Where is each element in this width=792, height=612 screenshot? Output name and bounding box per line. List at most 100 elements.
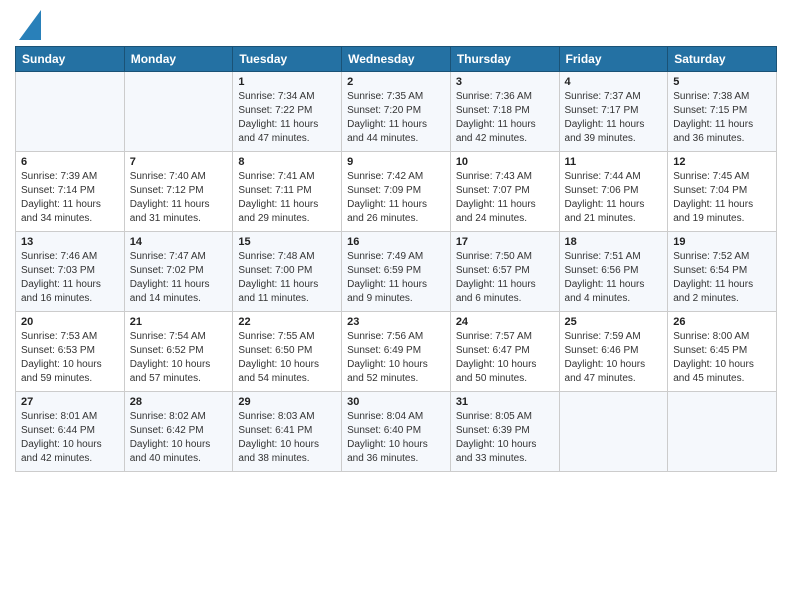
calendar-cell: 30Sunrise: 8:04 AM Sunset: 6:40 PM Dayli… bbox=[342, 392, 451, 472]
calendar-cell: 20Sunrise: 7:53 AM Sunset: 6:53 PM Dayli… bbox=[16, 312, 125, 392]
calendar-cell: 13 Sunrise: 7:46 AM Sunset: 7:03 PM Dayli… bbox=[16, 232, 125, 312]
day-number: 28 bbox=[130, 396, 228, 408]
day-number: 12 bbox=[673, 156, 771, 168]
day-number: 6 bbox=[21, 156, 119, 168]
cell-content: Sunrise: 7:36 AM Sunset: 7:18 PM Dayligh… bbox=[456, 90, 554, 146]
calendar-cell: 6Sunrise: 7:39 AM Sunset: 7:14 PM Daylig… bbox=[16, 152, 125, 232]
cell-content: Sunrise: 7:48 AM Sunset: 7:00 PM Dayligh… bbox=[238, 250, 336, 306]
day-number: 23 bbox=[347, 316, 445, 328]
header bbox=[15, 10, 777, 40]
col-header-thursday: Thursday bbox=[450, 47, 559, 72]
calendar-cell: 17Sunrise: 7:50 AM Sunset: 6:57 PM Dayli… bbox=[450, 232, 559, 312]
day-number: 15 bbox=[238, 236, 336, 248]
calendar-cell bbox=[16, 72, 125, 152]
calendar-week-1: 1Sunrise: 7:34 AM Sunset: 7:22 PM Daylig… bbox=[16, 72, 777, 152]
day-number: 11 bbox=[565, 156, 663, 168]
day-number: 21 bbox=[130, 316, 228, 328]
calendar-cell: 3 Sunrise: 7:36 AM Sunset: 7:18 PM Daylig… bbox=[450, 72, 559, 152]
cell-content: Sunrise: 7:55 AM Sunset: 6:50 PM Dayligh… bbox=[238, 330, 336, 386]
cell-content: Sunrise: 8:00 AM Sunset: 6:45 PM Dayligh… bbox=[673, 330, 771, 386]
calendar-cell: 25 Sunrise: 7:59 AM Sunset: 6:46 PM Dayli… bbox=[559, 312, 668, 392]
day-number: 5 bbox=[673, 76, 771, 88]
cell-content: Sunrise: 7:56 AM Sunset: 6:49 PM Dayligh… bbox=[347, 330, 445, 386]
calendar-cell: 4 Sunrise: 7:37 AM Sunset: 7:17 PM Daylig… bbox=[559, 72, 668, 152]
col-header-sunday: Sunday bbox=[16, 47, 125, 72]
day-number: 13 bbox=[21, 236, 119, 248]
day-number: 29 bbox=[238, 396, 336, 408]
cell-content: Sunrise: 7:51 AM Sunset: 6:56 PM Dayligh… bbox=[565, 250, 663, 306]
calendar-cell: 27Sunrise: 8:01 AM Sunset: 6:44 PM Dayli… bbox=[16, 392, 125, 472]
col-header-saturday: Saturday bbox=[668, 47, 777, 72]
cell-content: Sunrise: 7:54 AM Sunset: 6:52 PM Dayligh… bbox=[130, 330, 228, 386]
cell-content: Sunrise: 7:42 AM Sunset: 7:09 PM Dayligh… bbox=[347, 170, 445, 226]
cell-content: Sunrise: 8:02 AM Sunset: 6:42 PM Dayligh… bbox=[130, 410, 228, 466]
calendar-cell: 15 Sunrise: 7:48 AM Sunset: 7:00 PM Dayli… bbox=[233, 232, 342, 312]
day-number: 24 bbox=[456, 316, 554, 328]
calendar-cell bbox=[124, 72, 233, 152]
calendar-cell: 23 Sunrise: 7:56 AM Sunset: 6:49 PM Dayli… bbox=[342, 312, 451, 392]
cell-content: Sunrise: 7:50 AM Sunset: 6:57 PM Dayligh… bbox=[456, 250, 554, 306]
cell-content: Sunrise: 8:05 AM Sunset: 6:39 PM Dayligh… bbox=[456, 410, 554, 466]
day-number: 25 bbox=[565, 316, 663, 328]
day-number: 4 bbox=[565, 76, 663, 88]
calendar-cell: 16 Sunrise: 7:49 AM Sunset: 6:59 PM Dayli… bbox=[342, 232, 451, 312]
day-number: 2 bbox=[347, 76, 445, 88]
calendar-cell: 1Sunrise: 7:34 AM Sunset: 7:22 PM Daylig… bbox=[233, 72, 342, 152]
day-number: 18 bbox=[565, 236, 663, 248]
day-number: 26 bbox=[673, 316, 771, 328]
calendar-cell: 24 Sunrise: 7:57 AM Sunset: 6:47 PM Dayli… bbox=[450, 312, 559, 392]
calendar-cell bbox=[559, 392, 668, 472]
cell-content: Sunrise: 7:45 AM Sunset: 7:04 PM Dayligh… bbox=[673, 170, 771, 226]
cell-content: Sunrise: 7:41 AM Sunset: 7:11 PM Dayligh… bbox=[238, 170, 336, 226]
cell-content: Sunrise: 7:47 AM Sunset: 7:02 PM Dayligh… bbox=[130, 250, 228, 306]
calendar-page: SundayMondayTuesdayWednesdayThursdayFrid… bbox=[0, 0, 792, 612]
day-number: 27 bbox=[21, 396, 119, 408]
calendar-cell: 26 Sunrise: 8:00 AM Sunset: 6:45 PM Dayli… bbox=[668, 312, 777, 392]
cell-content: Sunrise: 8:03 AM Sunset: 6:41 PM Dayligh… bbox=[238, 410, 336, 466]
calendar-week-4: 20Sunrise: 7:53 AM Sunset: 6:53 PM Dayli… bbox=[16, 312, 777, 392]
calendar-week-2: 6Sunrise: 7:39 AM Sunset: 7:14 PM Daylig… bbox=[16, 152, 777, 232]
day-number: 10 bbox=[456, 156, 554, 168]
cell-content: Sunrise: 7:43 AM Sunset: 7:07 PM Dayligh… bbox=[456, 170, 554, 226]
day-number: 31 bbox=[456, 396, 554, 408]
cell-content: Sunrise: 7:46 AM Sunset: 7:03 PM Dayligh… bbox=[21, 250, 119, 306]
day-number: 8 bbox=[238, 156, 336, 168]
cell-content: Sunrise: 7:49 AM Sunset: 6:59 PM Dayligh… bbox=[347, 250, 445, 306]
cell-content: Sunrise: 7:34 AM Sunset: 7:22 PM Dayligh… bbox=[238, 90, 336, 146]
cell-content: Sunrise: 7:44 AM Sunset: 7:06 PM Dayligh… bbox=[565, 170, 663, 226]
day-number: 3 bbox=[456, 76, 554, 88]
logo-triangle-icon bbox=[19, 10, 41, 40]
calendar-cell: 18 Sunrise: 7:51 AM Sunset: 6:56 PM Dayli… bbox=[559, 232, 668, 312]
calendar-cell: 31 Sunrise: 8:05 AM Sunset: 6:39 PM Dayli… bbox=[450, 392, 559, 472]
day-number: 14 bbox=[130, 236, 228, 248]
calendar-cell: 19 Sunrise: 7:52 AM Sunset: 6:54 PM Dayli… bbox=[668, 232, 777, 312]
calendar-cell bbox=[668, 392, 777, 472]
cell-content: Sunrise: 7:37 AM Sunset: 7:17 PM Dayligh… bbox=[565, 90, 663, 146]
day-number: 30 bbox=[347, 396, 445, 408]
day-number: 20 bbox=[21, 316, 119, 328]
calendar-cell: 7Sunrise: 7:40 AM Sunset: 7:12 PM Daylig… bbox=[124, 152, 233, 232]
calendar-cell: 28 Sunrise: 8:02 AM Sunset: 6:42 PM Dayli… bbox=[124, 392, 233, 472]
cell-content: Sunrise: 7:59 AM Sunset: 6:46 PM Dayligh… bbox=[565, 330, 663, 386]
calendar-week-3: 13 Sunrise: 7:46 AM Sunset: 7:03 PM Dayli… bbox=[16, 232, 777, 312]
calendar-week-5: 27Sunrise: 8:01 AM Sunset: 6:44 PM Dayli… bbox=[16, 392, 777, 472]
calendar-table: SundayMondayTuesdayWednesdayThursdayFrid… bbox=[15, 46, 777, 472]
calendar-cell: 10 Sunrise: 7:43 AM Sunset: 7:07 PM Dayli… bbox=[450, 152, 559, 232]
calendar-cell: 12 Sunrise: 7:45 AM Sunset: 7:04 PM Dayli… bbox=[668, 152, 777, 232]
calendar-cell: 21 Sunrise: 7:54 AM Sunset: 6:52 PM Dayli… bbox=[124, 312, 233, 392]
col-header-wednesday: Wednesday bbox=[342, 47, 451, 72]
cell-content: Sunrise: 7:38 AM Sunset: 7:15 PM Dayligh… bbox=[673, 90, 771, 146]
calendar-cell: 8 Sunrise: 7:41 AM Sunset: 7:11 PM Daylig… bbox=[233, 152, 342, 232]
day-number: 7 bbox=[130, 156, 228, 168]
calendar-body: 1Sunrise: 7:34 AM Sunset: 7:22 PM Daylig… bbox=[16, 72, 777, 472]
calendar-header-row: SundayMondayTuesdayWednesdayThursdayFrid… bbox=[16, 47, 777, 72]
logo-area bbox=[15, 10, 41, 40]
calendar-cell: 14 Sunrise: 7:47 AM Sunset: 7:02 PM Dayli… bbox=[124, 232, 233, 312]
cell-content: Sunrise: 7:52 AM Sunset: 6:54 PM Dayligh… bbox=[673, 250, 771, 306]
day-number: 19 bbox=[673, 236, 771, 248]
col-header-tuesday: Tuesday bbox=[233, 47, 342, 72]
day-number: 22 bbox=[238, 316, 336, 328]
cell-content: Sunrise: 7:57 AM Sunset: 6:47 PM Dayligh… bbox=[456, 330, 554, 386]
calendar-cell: 29 Sunrise: 8:03 AM Sunset: 6:41 PM Dayli… bbox=[233, 392, 342, 472]
day-number: 16 bbox=[347, 236, 445, 248]
